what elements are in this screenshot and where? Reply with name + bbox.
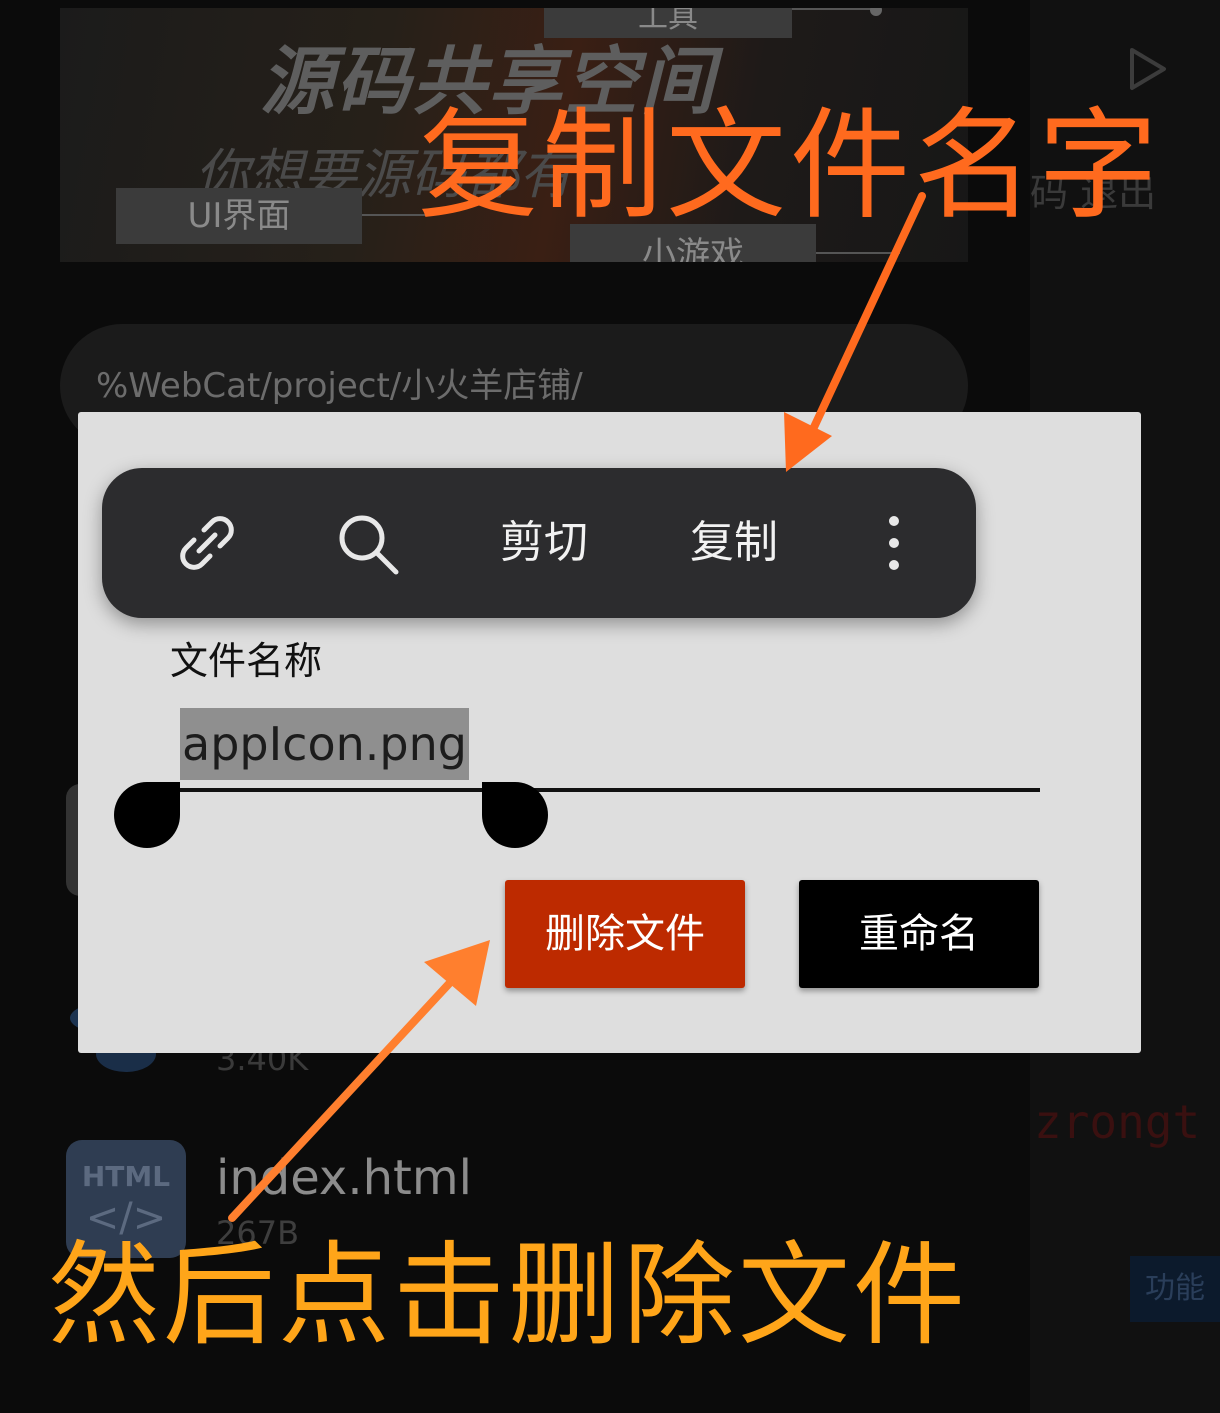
rename-button[interactable]: 重命名 — [799, 880, 1039, 988]
banner-tag-ui[interactable]: UI界面 — [116, 188, 362, 244]
input-underline — [180, 788, 1040, 792]
file-name-label: 文件名称 — [170, 639, 323, 683]
search-icon[interactable] — [334, 510, 400, 576]
selection-handle-start[interactable] — [114, 782, 180, 848]
cut-button[interactable]: 剪切 — [500, 508, 588, 578]
screen: 源码共享空间 你想要源码都有 工具 UI界面 小游戏 %WebCat/proje… — [0, 0, 1220, 1413]
file-name[interactable]: index.html — [216, 1150, 472, 1206]
delete-file-button[interactable]: 删除文件 — [505, 880, 745, 988]
annotation-copy-filename: 复制文件名字 — [418, 97, 1162, 236]
annotation-click-delete: 然后点击删除文件 — [48, 1231, 968, 1361]
more-vertical-icon[interactable] — [874, 513, 914, 573]
link-icon[interactable] — [174, 510, 240, 576]
tag-connector-line — [792, 8, 874, 10]
html-icon-label: HTML — [81, 1160, 171, 1193]
copy-button[interactable]: 复制 — [690, 508, 778, 578]
path-text: %WebCat/project/小火羊店铺/ — [96, 366, 583, 406]
play-icon[interactable] — [1128, 46, 1168, 92]
tag-connector-dot — [870, 8, 882, 16]
file-name-input[interactable]: appIcon.png — [180, 708, 469, 780]
selection-handle-end[interactable] — [482, 782, 548, 848]
text-selection-toolbar: 剪切 复制 — [102, 468, 976, 618]
tag-connector-line — [816, 252, 900, 254]
function-button[interactable]: 功能 — [1130, 1256, 1220, 1322]
side-code-text: zrongt — [1034, 1095, 1201, 1149]
banner-tag-tools[interactable]: 工具 — [544, 8, 792, 38]
